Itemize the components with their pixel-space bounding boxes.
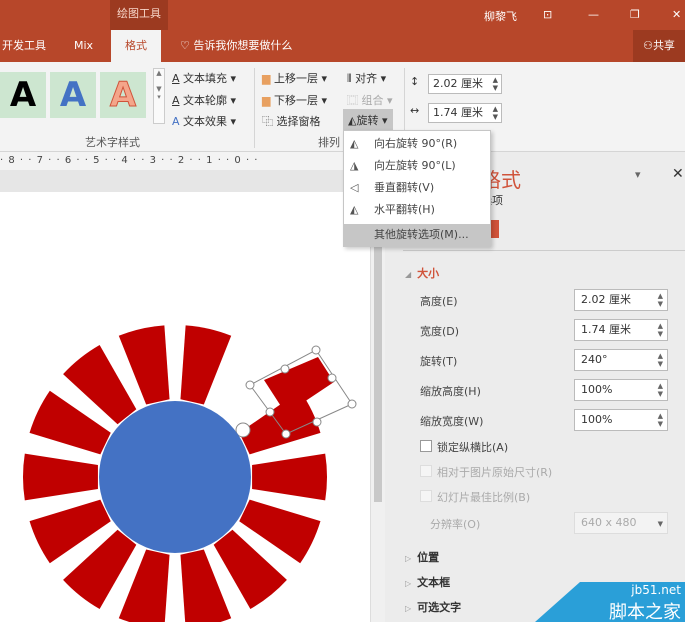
selection-pane-button[interactable]: ⿻ 选择窗格 xyxy=(262,113,321,129)
restore-button[interactable]: ❐ xyxy=(630,8,640,21)
text-outline-button[interactable]: A 文本轮廓 ▾ xyxy=(172,92,236,108)
resize-handle[interactable] xyxy=(265,407,275,417)
resize-handle[interactable] xyxy=(327,373,337,383)
wordart-gallery-scroll[interactable]: ▲ ▼ ▾ xyxy=(153,68,165,124)
horizontal-ruler: · 8 · · 7 · · 6 · · 5 · · 4 · · 3 · · 2 … xyxy=(0,152,370,170)
lock-aspect-checkbox[interactable] xyxy=(420,440,432,452)
field-input[interactable]: 100% ▲ ▼ xyxy=(574,379,668,401)
text-fill-button[interactable]: A 文本填充 ▾ xyxy=(172,70,236,86)
field-label: 高度(E) xyxy=(420,295,458,308)
tab-developer[interactable]: 开发工具 xyxy=(2,30,46,62)
user-name[interactable]: 柳黎飞 xyxy=(484,8,517,24)
field-input[interactable]: 240° ▲ ▼ xyxy=(574,349,668,371)
menu-rotate-right[interactable]: ◭ 向右旋转 90°(R) xyxy=(344,133,490,155)
minimize-button[interactable]: — xyxy=(588,8,599,21)
shape-artwork[interactable] xyxy=(0,192,370,625)
title-bar: 绘图工具 柳黎飞 ⊡ — ❐ ✕ 开发工具 Mix 格式 ♡ 告诉我你想要做什么… xyxy=(0,0,685,62)
group-button[interactable]: ⿴ 组合 ▾ xyxy=(347,92,393,108)
section-alt-text[interactable]: ▷ 可选文字 xyxy=(405,599,461,615)
field-label: 缩放高度(H) xyxy=(420,385,481,398)
rotate-button[interactable]: ◭旋转 ▾ xyxy=(343,109,393,131)
menu-flip-vertical[interactable]: ◁ 垂直翻转(V) xyxy=(344,177,490,199)
section-size[interactable]: ◢ 大小 xyxy=(405,265,439,281)
group-label-arrange: 排列 xyxy=(318,136,340,149)
slide-canvas[interactable] xyxy=(0,192,370,625)
field-input[interactable]: 100% ▲ ▼ xyxy=(574,409,668,431)
relative-original-checkbox xyxy=(420,465,432,477)
petal-segment[interactable] xyxy=(180,325,232,405)
ribbon-display-icon[interactable]: ⊡ xyxy=(543,8,552,21)
resize-handle[interactable] xyxy=(245,380,255,390)
resize-handle[interactable] xyxy=(281,429,291,439)
wordart-style-blue[interactable]: A xyxy=(50,72,96,118)
petal-segment[interactable] xyxy=(23,453,98,501)
field-label: 旋转(T) xyxy=(420,355,458,368)
rotate-left-icon: ◮ xyxy=(350,159,359,172)
resolution-label: 分辨率(O) xyxy=(430,518,481,531)
field-input[interactable]: 2.02 厘米 ▲ ▼ xyxy=(574,289,668,311)
divider xyxy=(403,250,685,251)
section-position[interactable]: ▷ 位置 xyxy=(405,549,439,565)
selection-pane-icon: ⿻ xyxy=(262,115,273,128)
field-label: 缩放宽度(W) xyxy=(420,415,484,428)
align-button[interactable]: ⫴ 对齐 ▾ xyxy=(347,70,386,86)
bring-forward-button[interactable]: ▆ 上移一层 ▾ xyxy=(262,70,327,86)
lock-aspect-label: 锁定纵横比(A) xyxy=(437,441,509,454)
close-button[interactable]: ✕ xyxy=(672,8,681,21)
shape-height-input[interactable]: 2.02 厘米 ▲ ▼ xyxy=(428,74,502,94)
drawing-tools-context: 绘图工具 xyxy=(110,0,168,30)
wordart-style-orange[interactable]: A xyxy=(100,72,146,118)
tab-format[interactable]: 格式 xyxy=(111,30,161,62)
slide-area xyxy=(0,170,370,625)
send-backward-button[interactable]: ▆ 下移一层 ▾ xyxy=(262,92,327,108)
flip-horizontal-icon: ◭ xyxy=(350,203,359,216)
wordart-style-black[interactable]: A xyxy=(0,72,46,118)
best-scale-checkbox xyxy=(420,490,432,502)
resize-handle[interactable] xyxy=(347,399,357,409)
divider xyxy=(254,68,255,148)
rotate-right-icon: ◭ xyxy=(350,137,359,150)
pane-options-icon[interactable]: ▾ xyxy=(635,168,641,181)
tab-mix[interactable]: Mix xyxy=(74,30,93,62)
share-button[interactable]: ⚇共享 xyxy=(633,30,685,62)
petal-segment[interactable] xyxy=(252,453,327,501)
resolution-select: 640 x 480 ▼ xyxy=(574,512,668,534)
person-icon: ⚇ xyxy=(643,39,653,52)
menu-more-rotation-options[interactable]: 其他旋转选项(M)... xyxy=(344,224,490,246)
menu-rotate-left[interactable]: ◮ 向左旋转 90°(L) xyxy=(344,155,490,177)
resize-handle[interactable] xyxy=(280,364,290,374)
pane-close-icon[interactable]: ✕ xyxy=(672,166,684,182)
field-input[interactable]: 1.74 厘米 ▲ ▼ xyxy=(574,319,668,341)
section-textbox[interactable]: ▷ 文本框 xyxy=(405,574,450,590)
field-label: 宽度(D) xyxy=(420,325,460,338)
lightbulb-icon: ♡ xyxy=(180,39,194,52)
shape-width-input[interactable]: 1.74 厘米 ▲ ▼ xyxy=(428,103,502,123)
center-circle[interactable] xyxy=(99,401,251,553)
rotate-menu: ◭ 向右旋转 90°(R) ◮ 向左旋转 90°(L) ◁ 垂直翻转(V) ◭ 水平翻转… xyxy=(343,130,491,247)
text-effects-button[interactable]: A 文本效果 ▾ xyxy=(172,113,236,129)
tell-me-box[interactable]: ♡ 告诉我你想要做什么 xyxy=(180,30,292,62)
menu-flip-horizontal[interactable]: ◭ 水平翻转(H) xyxy=(344,199,490,221)
shape-width-icon: ↔ xyxy=(410,104,420,117)
resize-handle[interactable] xyxy=(311,345,321,355)
resize-handle[interactable] xyxy=(312,417,322,427)
shape-height-icon: ↕ xyxy=(410,75,420,88)
group-label-wordart: 艺术字样式 xyxy=(85,136,140,149)
relative-original-label: 相对于图片原始尺寸(R) xyxy=(437,466,553,479)
flip-vertical-icon: ◁ xyxy=(350,181,359,194)
best-scale-label: 幻灯片最佳比例(B) xyxy=(437,491,531,504)
